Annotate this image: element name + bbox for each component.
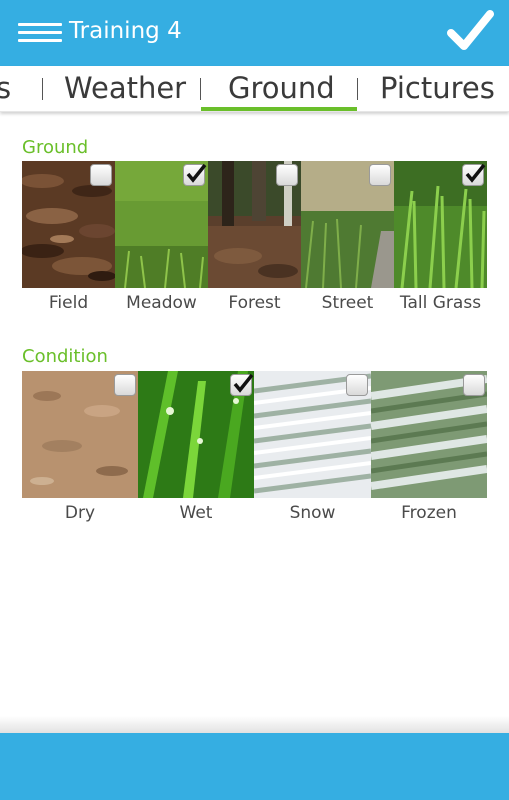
tile-label-tall-grass: Tall Grass xyxy=(399,293,482,313)
frozen-checkbox[interactable] xyxy=(463,374,485,396)
snow-checkbox[interactable] xyxy=(346,374,368,396)
tile-label-frozen: Frozen xyxy=(401,503,457,523)
section-title-ground: Ground xyxy=(22,137,89,158)
tab-strip: s Weather Ground Pictures xyxy=(0,66,509,112)
menu-icon[interactable] xyxy=(18,23,62,43)
checkmark-icon xyxy=(447,10,494,50)
tab-ground[interactable]: Ground xyxy=(228,71,335,105)
tab-divider xyxy=(200,78,201,100)
checkmark-icon xyxy=(465,163,486,183)
section-title-condition: Condition xyxy=(22,346,108,367)
page-title: Training 4 xyxy=(69,18,182,44)
condition-tile-wet[interactable] xyxy=(138,371,254,498)
ground-tile-field[interactable] xyxy=(22,161,115,288)
checkmark-icon xyxy=(233,373,254,393)
tile-label-field: Field xyxy=(48,293,89,313)
ground-tile-forest[interactable] xyxy=(208,161,301,288)
tab-previous[interactable]: s xyxy=(0,71,11,105)
tall-grass-checkbox[interactable] xyxy=(462,163,486,186)
condition-tile-frozen[interactable] xyxy=(371,371,487,498)
field-checkbox[interactable] xyxy=(90,164,112,186)
ground-tile-street[interactable] xyxy=(301,161,394,288)
meadow-checkbox[interactable] xyxy=(183,163,207,186)
checkmark-icon xyxy=(186,163,207,183)
ground-tile-tall-grass[interactable] xyxy=(394,161,487,288)
bottom-bar-shadow xyxy=(0,716,509,734)
condition-tile-dry[interactable] xyxy=(22,371,138,498)
tile-label-dry: Dry xyxy=(64,503,96,523)
app-bar: Training 4 xyxy=(0,0,509,66)
selected-tab-indicator xyxy=(201,107,357,111)
dry-checkbox[interactable] xyxy=(114,374,136,396)
tile-label-wet: Wet xyxy=(179,503,213,523)
bottom-bar xyxy=(0,733,509,800)
tile-label-forest: Forest xyxy=(228,293,281,313)
forest-checkbox[interactable] xyxy=(276,164,298,186)
tab-divider xyxy=(357,78,358,100)
tile-label-meadow: Meadow xyxy=(126,293,197,313)
tile-label-snow: Snow xyxy=(289,503,336,523)
tab-pictures[interactable]: Pictures xyxy=(380,71,495,105)
tile-label-street: Street xyxy=(321,293,374,313)
confirm-button[interactable] xyxy=(446,8,494,56)
wet-checkbox[interactable] xyxy=(230,373,254,396)
ground-tile-meadow[interactable] xyxy=(115,161,208,288)
street-checkbox[interactable] xyxy=(369,164,391,186)
tab-weather[interactable]: Weather xyxy=(64,71,186,105)
condition-tile-snow[interactable] xyxy=(254,371,371,498)
tab-divider xyxy=(42,78,43,100)
